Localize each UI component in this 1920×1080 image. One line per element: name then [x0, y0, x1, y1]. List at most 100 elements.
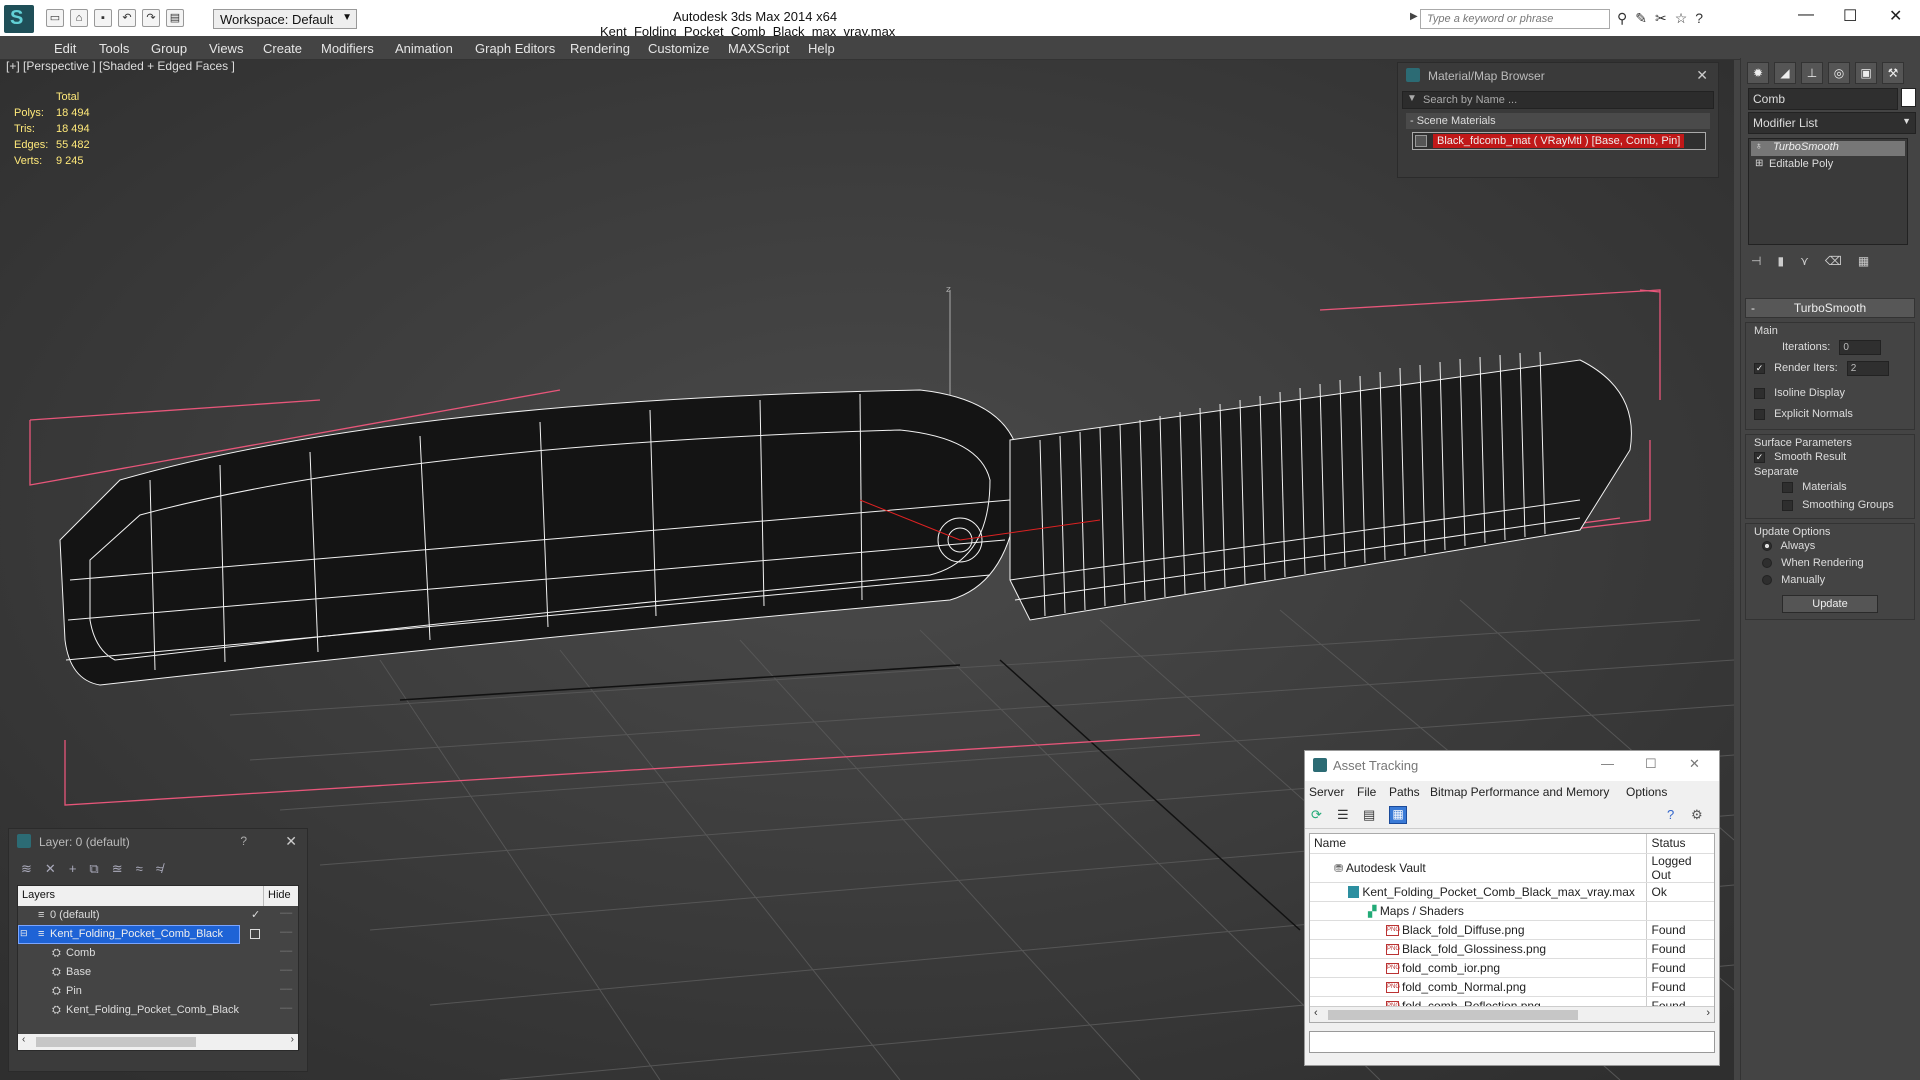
modify-tab-icon[interactable]: ◢	[1774, 62, 1796, 84]
menu-server[interactable]: Server	[1309, 785, 1344, 799]
layer-explorer-titlebar[interactable]: Layer: 0 (default) ? ✕	[9, 829, 307, 857]
object-color-swatch[interactable]	[1901, 88, 1916, 107]
asset-row[interactable]: ▞ Maps / Shaders	[1310, 901, 1714, 921]
rollout-header[interactable]: - TurboSmooth	[1745, 298, 1915, 318]
show-end-result-icon[interactable]: ▮	[1777, 254, 1784, 268]
asset-row[interactable]: ⛃ Autodesk Vault Logged Out	[1310, 853, 1714, 883]
active-layer-check-icon[interactable]: ✓	[251, 908, 260, 921]
name-column-header[interactable]: Name	[1310, 834, 1647, 854]
scrollbar-thumb[interactable]	[1328, 1010, 1578, 1020]
vault-help-icon[interactable]: ?	[1667, 807, 1674, 822]
scroll-left-icon[interactable]: ‹	[22, 1034, 25, 1045]
asset-row[interactable]: Kent_Folding_Pocket_Comb_Black_max_vray.…	[1310, 882, 1714, 902]
table-view-icon[interactable]: ▦	[1389, 806, 1407, 824]
smooth-result-checkbox[interactable]: ✓	[1754, 451, 1765, 463]
smoothing-groups-checkbox[interactable]	[1782, 499, 1793, 511]
explicit-normals-checkbox[interactable]	[1754, 408, 1765, 420]
maximize-icon[interactable]: ☐	[1843, 6, 1857, 26]
binoculars-icon[interactable]: ⚲	[1617, 10, 1627, 27]
always-radio[interactable]	[1762, 541, 1772, 552]
menu-modifiers[interactable]: Modifiers	[321, 41, 374, 56]
menu-animation[interactable]: Animation	[395, 41, 453, 56]
close-icon[interactable]: ✕	[285, 833, 297, 850]
menu-tools[interactable]: Tools	[99, 41, 129, 56]
active-layer-box-icon[interactable]	[250, 929, 260, 939]
highlight-layer-icon[interactable]: ≊	[112, 861, 123, 877]
scrollbar-thumb[interactable]	[36, 1037, 196, 1047]
menu-help[interactable]: Help	[808, 41, 835, 56]
thumbnail-view-icon[interactable]: ▤	[1363, 807, 1379, 823]
layers-column-header[interactable]: Layers	[18, 886, 264, 906]
menu-views[interactable]: Views	[209, 41, 243, 56]
search-expand-icon[interactable]: ▶	[1410, 11, 1418, 22]
scroll-right-icon[interactable]: ›	[1706, 1007, 1710, 1019]
hierarchy-tab-icon[interactable]: ⊥	[1801, 62, 1823, 84]
add-icon[interactable]: +	[69, 861, 77, 877]
create-tab-icon[interactable]: ✹	[1747, 62, 1769, 84]
minimize-icon[interactable]: —	[1601, 756, 1614, 771]
isoline-checkbox[interactable]	[1754, 387, 1765, 399]
material-search-input[interactable]: ▼ Search by Name ...	[1402, 91, 1714, 109]
maximize-icon[interactable]: ☐	[1645, 756, 1657, 772]
undo-icon[interactable]: ↶	[118, 9, 136, 27]
close-icon[interactable]: ✕	[1889, 6, 1902, 26]
select-in-layer-icon[interactable]: ⧉	[89, 861, 98, 877]
asset-horizontal-scrollbar[interactable]: ‹ ›	[1310, 1006, 1714, 1022]
freeze-layers-icon[interactable]: ≉	[156, 861, 163, 877]
redo-icon[interactable]: ↷	[142, 9, 160, 27]
collapse-icon[interactable]: ⊟	[20, 928, 28, 939]
menu-group[interactable]: Group	[151, 41, 187, 56]
asset-tracking-titlebar[interactable]: Asset Tracking — ☐ ✕	[1305, 751, 1719, 781]
manually-radio[interactable]	[1762, 575, 1772, 586]
favorites-icon[interactable]: ☆	[1675, 10, 1688, 27]
workspace-dropdown[interactable]: Workspace: Default ▼	[213, 9, 357, 29]
app-logo[interactable]: S	[4, 5, 34, 33]
object-row[interactable]: ⛭ Kent_Folding_Pocket_Comb_Black ––	[18, 1001, 298, 1020]
menu-rendering[interactable]: Rendering	[570, 41, 630, 56]
object-row[interactable]: ⛭ Pin ––	[18, 982, 298, 1001]
delete-icon[interactable]: ✕	[45, 861, 56, 877]
hide-toggle[interactable]: ––	[280, 964, 292, 976]
pin-stack-icon[interactable]: ⊣	[1751, 254, 1761, 268]
menu-file[interactable]: File	[1357, 785, 1376, 799]
materials-checkbox[interactable]	[1782, 481, 1793, 493]
asset-path-field[interactable]	[1309, 1031, 1715, 1053]
render-iters-spinner[interactable]: 2	[1846, 360, 1889, 376]
hide-toggle[interactable]: ––	[280, 907, 292, 919]
scroll-left-icon[interactable]: ‹	[1314, 1007, 1318, 1019]
object-name-field[interactable]: Comb	[1748, 88, 1898, 110]
menu-graph-editors[interactable]: Graph Editors	[475, 41, 555, 56]
remove-modifier-icon[interactable]: ⌫	[1825, 254, 1842, 268]
asset-row[interactable]: PNG fold_comb_Normal.png Found	[1310, 977, 1714, 997]
menu-options[interactable]: Options	[1626, 785, 1667, 799]
render-iters-checkbox[interactable]: ✓	[1754, 362, 1765, 374]
object-row[interactable]: ⛭ Base ––	[18, 963, 298, 982]
close-icon[interactable]: ✕	[1696, 67, 1708, 84]
help-search-input[interactable]: Type a keyword or phrase	[1420, 9, 1610, 29]
horizontal-scrollbar[interactable]: ‹ ›	[18, 1034, 298, 1050]
hide-toggle[interactable]: ––	[280, 1002, 292, 1014]
asset-row[interactable]: PNG Black_fold_Diffuse.png Found	[1310, 920, 1714, 940]
object-row[interactable]: ⛭ Comb ––	[18, 944, 298, 963]
hide-toggle[interactable]: ––	[280, 926, 292, 938]
lightbulb-icon[interactable]: ♁	[1755, 141, 1763, 152]
layer-row[interactable]: ≡ 0 (default) ✓ ––	[18, 906, 298, 925]
hide-toggle[interactable]: ––	[280, 945, 292, 957]
hide-layers-icon[interactable]: ≈	[136, 861, 143, 877]
list-view-icon[interactable]: ☰	[1337, 807, 1353, 823]
material-browser-titlebar[interactable]: Material/Map Browser ✕	[1398, 63, 1718, 89]
communication-icon[interactable]: ✂	[1655, 10, 1667, 27]
hide-column-header[interactable]: Hide	[264, 886, 295, 906]
menu-edit[interactable]: Edit	[54, 41, 76, 56]
menu-paths[interactable]: Paths	[1389, 785, 1420, 799]
menu-customize[interactable]: Customize	[648, 41, 709, 56]
open-file-icon[interactable]: ⌂	[70, 9, 88, 27]
scene-materials-header[interactable]: - Scene Materials	[1406, 113, 1710, 129]
menu-create[interactable]: Create	[263, 41, 302, 56]
settings-icon[interactable]: ⚙	[1691, 807, 1703, 823]
stack-item-editable-poly[interactable]: ⊞ Editable Poly	[1751, 158, 1905, 173]
refresh-icon[interactable]: ⟳	[1311, 807, 1327, 823]
save-file-icon[interactable]: ▪	[94, 9, 112, 27]
update-button[interactable]: Update	[1782, 595, 1878, 613]
minimize-icon[interactable]: —	[1798, 6, 1814, 24]
